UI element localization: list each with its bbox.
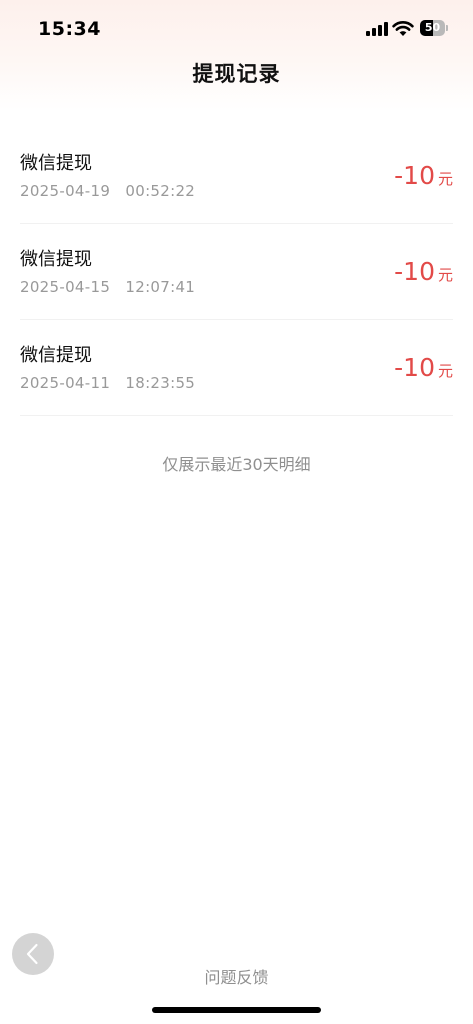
- record-time: 2025-04-15 12:07:41: [20, 278, 196, 296]
- status-time: 15:34: [38, 18, 101, 40]
- amount-unit: 元: [437, 362, 453, 380]
- screen: 15:34 50 提现记录 微信提现 2025-04-19 00:52:22 -…: [0, 0, 473, 1024]
- record-title: 微信提现: [20, 153, 92, 174]
- amount-value: -10: [394, 353, 435, 382]
- status-bar: 15:34 50: [0, 0, 473, 60]
- amount-unit: 元: [437, 266, 453, 284]
- footnote-text: 仅展示最近30天明细: [162, 455, 311, 474]
- home-indicator[interactable]: [152, 1007, 321, 1013]
- record-item[interactable]: 微信提现 2025-04-11 18:23:55 -10 元: [20, 320, 453, 416]
- record-amount: -10 元: [394, 257, 453, 286]
- battery-icon: 50: [420, 20, 445, 36]
- battery-cap: [446, 25, 448, 31]
- record-amount: -10 元: [394, 161, 453, 190]
- feedback-link[interactable]: 问题反馈: [0, 964, 473, 988]
- amount-value: -10: [394, 161, 435, 190]
- record-title: 微信提现: [20, 345, 92, 366]
- withdrawal-record-list: 微信提现 2025-04-19 00:52:22 -10 元 微信提现 2025-…: [20, 128, 453, 416]
- record-title: 微信提现: [20, 249, 92, 270]
- battery-level: 50: [424, 21, 441, 34]
- record-amount: -10 元: [394, 353, 453, 382]
- amount-value: -10: [394, 257, 435, 286]
- wifi-icon: [392, 21, 414, 36]
- record-time: 2025-04-11 18:23:55: [20, 374, 196, 392]
- amount-unit: 元: [437, 170, 453, 188]
- page-title: 提现记录: [192, 62, 281, 86]
- record-item[interactable]: 微信提现 2025-04-15 12:07:41 -10 元: [20, 224, 453, 320]
- record-time: 2025-04-19 00:52:22: [20, 182, 196, 200]
- record-item[interactable]: 微信提现 2025-04-19 00:52:22 -10 元: [20, 128, 453, 224]
- cellular-signal-icon: [366, 22, 388, 36]
